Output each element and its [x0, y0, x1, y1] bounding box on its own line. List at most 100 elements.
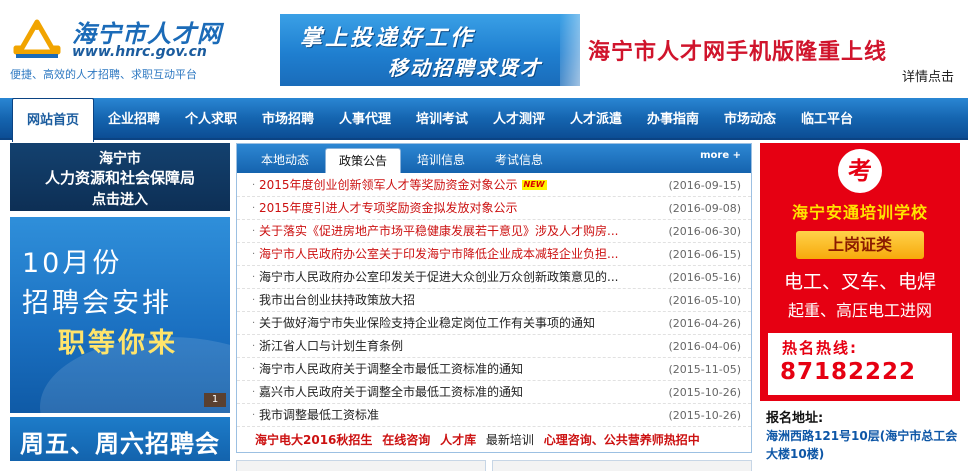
tab-training[interactable]: 培训信息 — [405, 148, 477, 173]
news-date: (2016-05-10) — [668, 294, 741, 307]
bullet-icon: · — [252, 249, 256, 260]
policy-news-panel: 本地动态 政策公告 培训信息 考试信息 more + · 2015年度创业创新领… — [236, 143, 752, 453]
banner-headline-1: 掌上投递好工作 — [300, 26, 476, 51]
slide-counter[interactable]: 1 — [204, 393, 226, 407]
news-date: (2016-09-08) — [668, 202, 741, 215]
next-panel-header — [492, 460, 752, 471]
ad-cert-label: 上岗证类 — [796, 231, 924, 259]
news-tabs: 本地动态 政策公告 培训信息 考试信息 more + — [237, 144, 751, 173]
news-date: (2016-04-06) — [668, 340, 741, 353]
news-title[interactable]: 海宁市人民政府办公室关于印发海宁市降低企业成本减轻企业负担... — [259, 243, 679, 266]
bureau-name: 人力资源和社会保障局 — [44, 169, 195, 187]
list-item[interactable]: · 2015年度引进人才专项奖励资金拟发放对象公示 (2016-09-08) — [237, 197, 751, 220]
bullet-icon: · — [252, 318, 256, 329]
job-fair-schedule: 招聘会安排 — [22, 288, 172, 319]
more-link[interactable]: more + — [700, 150, 741, 161]
list-item[interactable]: · 关于做好海宁市失业保险支持企业稳定岗位工作有关事项的通知 (2016-04-… — [237, 312, 751, 335]
nav-item-service-guide[interactable]: 办事指南 — [637, 98, 709, 140]
bureau-enter: 点击进入 — [92, 192, 148, 208]
list-item[interactable]: · 海宁市人民政府办公室印发关于促进大众创业万众创新政策意见的... (2016… — [237, 266, 751, 289]
bullet-icon: · — [252, 364, 256, 375]
quick-link-tvu-enroll[interactable]: 海宁电大2016秋招生 — [255, 433, 372, 447]
bullet-icon: · — [252, 226, 256, 237]
logo-icon[interactable] — [12, 18, 62, 60]
list-item[interactable]: · 我市调整最低工资标准 (2015-10-26) — [237, 404, 751, 427]
news-title[interactable]: 2015年度引进人才专项奖励资金拟发放对象公示 — [259, 197, 679, 220]
nav-item-personnel-agency[interactable]: 人事代理 — [329, 98, 401, 140]
banner-headline-2: 移动招聘求贤才 — [388, 56, 542, 80]
nav-item-training-exam[interactable]: 培训考试 — [406, 98, 478, 140]
quick-links: 海宁电大2016秋招生 在线咨询 人才库 最新培训 心理咨询、公共营养师热招中 — [237, 429, 751, 451]
nav-item-talent-assessment[interactable]: 人才测评 — [483, 98, 555, 140]
news-title[interactable]: 我市调整最低工资标准 — [259, 404, 679, 427]
bullet-icon: · — [252, 203, 256, 214]
left-column: 海宁市 人力资源和社会保障局 点击进入 10月份 招聘会安排 职等你来 1 周五… — [10, 143, 230, 471]
news-title[interactable]: 关于做好海宁市失业保险支持企业稳定岗位工作有关事项的通知 — [259, 312, 679, 335]
ad-school-name: 海宁安通培训学校 — [791, 203, 928, 222]
ad-course-line-1: 电工、叉车、电焊 — [783, 271, 936, 293]
site-slogan: 便捷、高效的人才招聘、求职互动平台 — [10, 68, 197, 81]
quick-link-psych-nutrition[interactable]: 心理咨询、公共营养师热招中 — [544, 433, 700, 447]
ad-hotline-label: 热名热线: — [782, 339, 858, 357]
news-title[interactable]: 我市出台创业扶持政策放大招 — [259, 289, 679, 312]
banner-blue-panel: 掌上投递好工作 移动招聘求贤才 — [280, 14, 640, 86]
nav-item-enterprise-recruit[interactable]: 企业招聘 — [98, 98, 170, 140]
tab-local-news[interactable]: 本地动态 — [249, 148, 321, 173]
news-date: (2015-11-05) — [668, 363, 741, 376]
banner-mobile-text: 海宁市人才网手机版隆重上线 — [588, 40, 888, 65]
news-date: (2015-10-26) — [668, 409, 741, 422]
mobile-app-banner[interactable]: 掌上投递好工作 移动招聘求贤才 海宁市人才网手机版隆重上线 详情点击 — [280, 14, 960, 86]
weekend-job-fair-text: 周五、周六招聘会 — [20, 430, 220, 458]
job-fair-banner[interactable]: 10月份 招聘会安排 职等你来 1 — [10, 217, 230, 413]
header: 海宁市人才网 www.hnrc.gov.cn 便捷、高效的人才招聘、求职互动平台… — [0, 0, 968, 98]
news-date: (2016-05-16) — [668, 271, 741, 284]
next-panel-header — [236, 460, 486, 471]
nav-item-market-news[interactable]: 市场动态 — [714, 98, 786, 140]
bullet-icon: · — [252, 295, 256, 306]
news-date: (2015-10-26) — [668, 386, 741, 399]
news-title[interactable]: 浙江省人口与计划生育条例 — [259, 335, 679, 358]
news-title[interactable]: 2015年度创业创新领军人才等奖励资金对象公示 NEW — [259, 174, 679, 197]
hr-bureau-link[interactable]: 海宁市 人力资源和社会保障局 点击进入 — [10, 143, 230, 211]
tab-exam[interactable]: 考试信息 — [483, 148, 555, 173]
list-item[interactable]: · 我市出台创业扶持政策放大招 (2016-05-10) — [237, 289, 751, 312]
bullet-icon: · — [252, 341, 256, 352]
nav-item-temp-work[interactable]: 临工平台 — [791, 98, 863, 140]
ad-course-line-2: 起重、高压电工进网 — [787, 301, 932, 320]
list-item[interactable]: · 2015年度创业创新领军人才等奖励资金对象公示 NEW (2016-09-15… — [237, 174, 751, 197]
bureau-city: 海宁市 — [99, 151, 141, 167]
new-badge: NEW — [521, 180, 547, 190]
news-date: (2016-09-15) — [668, 179, 741, 192]
list-item[interactable]: · 海宁市人民政府关于调整全市最低工资标准的通知 (2015-11-05) — [237, 358, 751, 381]
weekend-job-fair-banner[interactable]: 周五、周六招聘会 — [10, 417, 230, 461]
news-title[interactable]: 嘉兴市人民政府关于调整全市最低工资标准的通知 — [259, 381, 679, 404]
ad-address-label: 报名地址: — [766, 411, 824, 426]
list-item[interactable]: · 浙江省人口与计划生育条例 (2016-04-06) — [237, 335, 751, 358]
nav-item-talent-dispatch[interactable]: 人才派遣 — [560, 98, 632, 140]
news-title[interactable]: 海宁市人民政府关于调整全市最低工资标准的通知 — [259, 358, 679, 381]
list-item[interactable]: · 关于落实《促进房地产市场平稳健康发展若干意见》涉及人才购房... (2016… — [237, 220, 751, 243]
bullet-icon: · — [252, 180, 256, 191]
bullet-icon: · — [252, 272, 256, 283]
news-date: (2016-06-15) — [668, 248, 741, 261]
banner-detail-link[interactable]: 详情点击 — [902, 66, 954, 85]
list-item[interactable]: · 海宁市人民政府办公室关于印发海宁市降低企业成本减轻企业负担... (2016… — [237, 243, 751, 266]
job-fair-month: 10月份 — [22, 248, 123, 279]
news-title[interactable]: 关于落实《促进房地产市场平稳健康发展若干意见》涉及人才购房... — [259, 220, 679, 243]
site-url: www.hnrc.gov.cn — [72, 44, 207, 60]
nav-item-job-seeking[interactable]: 个人求职 — [175, 98, 247, 140]
quick-link-talent-pool[interactable]: 人才库 — [440, 433, 476, 447]
job-fair-tagline: 职等你来 — [58, 328, 178, 359]
bullet-icon: · — [252, 410, 256, 421]
training-school-ad[interactable]: 考 海宁安通培训学校 上岗证类 电工、叉车、电焊 起重、高压电工进网 热名热线:… — [760, 143, 960, 471]
tab-policy[interactable]: 政策公告 — [325, 148, 401, 173]
news-title[interactable]: 海宁市人民政府办公室印发关于促进大众创业万众创新政策意见的... — [259, 266, 679, 289]
nav-item-home[interactable]: 网站首页 — [12, 98, 94, 142]
ad-hotline-box: 热名热线: 87182222 — [768, 333, 952, 395]
news-date: (2016-06-30) — [668, 225, 741, 238]
list-item[interactable]: · 嘉兴市人民政府关于调整全市最低工资标准的通知 (2015-10-26) — [237, 381, 751, 404]
quick-link-online-consult[interactable]: 在线咨询 — [382, 433, 430, 447]
nav-item-market-recruit[interactable]: 市场招聘 — [252, 98, 324, 140]
quick-link-latest-training[interactable]: 最新培训 — [486, 433, 534, 447]
ad-address-text: 海洲西路121号10层(海宁市总工会大楼10楼) — [766, 429, 958, 461]
